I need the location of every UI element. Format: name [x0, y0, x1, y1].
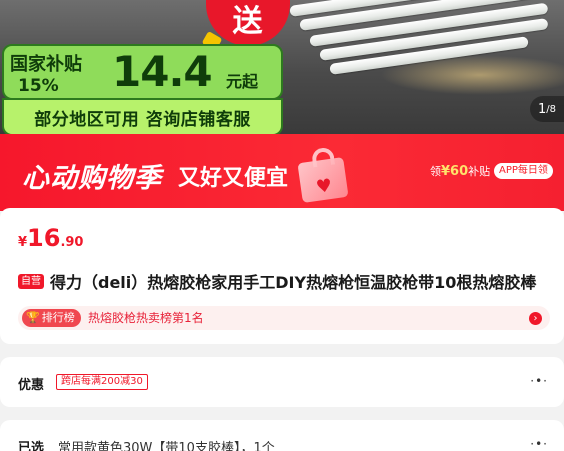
promo-subtitle: 又好又便宜 [178, 166, 289, 191]
subsidy-top: 国家补贴 15% 14.4 元起 [2, 44, 283, 100]
chevron-right-icon[interactable]: › [529, 312, 542, 325]
selected-spec-row[interactable]: 已选 常用款黄色30W【带10支胶棒】，1个 ·•· [0, 420, 564, 451]
price-integer: 16 [27, 224, 61, 252]
pager-current: 1 [537, 101, 547, 117]
subsidy-line2: 15% [18, 76, 59, 96]
promo-title: 心动购物季 [22, 163, 162, 194]
selected-label: 已选 [18, 441, 45, 451]
coupon-offer[interactable]: 领¥60补贴 [430, 163, 490, 179]
discount-row[interactable]: 优惠 跨店每满200减30 ·•· [0, 357, 564, 407]
trophy-icon: 🏆 [26, 311, 40, 324]
subsidy-amount: 14.4 [112, 47, 213, 96]
more-icon[interactable]: ·•· [530, 374, 548, 388]
coupon-amount: ¥60 [441, 164, 469, 179]
ranking-tag-label: 排行榜 [41, 311, 75, 324]
national-subsidy-badge: 国家补贴 15% 14.4 元起 部分地区可用 咨询店铺客服 [0, 44, 283, 134]
app-daily-tag[interactable]: APP每日领 [494, 163, 553, 179]
ranking-tag: 🏆 排行榜 [22, 309, 81, 327]
discount-label: 优惠 [18, 378, 45, 393]
product-info-card: ¥16.90 自营 得力（deli）热熔胶枪家用手工DIY热熔枪恒温胶枪带10根… [0, 208, 564, 344]
selected-value: 常用款黄色30W【带10支胶棒】，1个 [58, 441, 275, 451]
coupon-prefix: 领 [430, 165, 441, 178]
pager-total: /8 [546, 103, 556, 115]
price-decimal: .90 [60, 235, 84, 250]
gift-badge-text: 送 [232, 4, 264, 39]
product-title-row: 自营 得力（deli）热熔胶枪家用手工DIY热熔枪恒温胶枪带10根热熔胶棒 [18, 269, 558, 293]
subsidy-note-bar: 部分地区可用 咨询店铺客服 [2, 98, 283, 134]
more-icon[interactable]: ·•· [530, 437, 548, 451]
subsidy-line1: 国家补贴 [10, 54, 82, 75]
subsidy-note: 部分地区可用 咨询店铺客服 [34, 109, 251, 130]
ranking-bar[interactable]: 🏆 排行榜 热熔胶枪热卖榜第1名 › [18, 306, 550, 330]
subsidy-unit: 元起 [226, 72, 259, 91]
self-operated-tag: 自营 [18, 273, 44, 289]
shopping-bag-icon: ♥ [296, 146, 350, 204]
product-image-carousel[interactable]: 送 国家补贴 15% 14.4 元起 部分地区可用 咨询店铺客服 1/8 [0, 0, 564, 134]
ranking-text: 热熔胶枪热卖榜第1名 [88, 311, 204, 325]
price-currency: ¥ [18, 235, 28, 250]
product-title: 得力（deli）热熔胶枪家用手工DIY热熔枪恒温胶枪带10根热熔胶棒 [50, 273, 537, 292]
promo-banner[interactable]: 心动购物季 又好又便宜 ♥ 领¥60补贴 APP每日领 [0, 134, 564, 211]
discount-tag: 跨店每满200减30 [56, 374, 148, 390]
coupon-suffix: 补贴 [468, 165, 491, 178]
image-pager: 1/8 [530, 96, 564, 122]
product-price: ¥16.90 [18, 224, 83, 252]
